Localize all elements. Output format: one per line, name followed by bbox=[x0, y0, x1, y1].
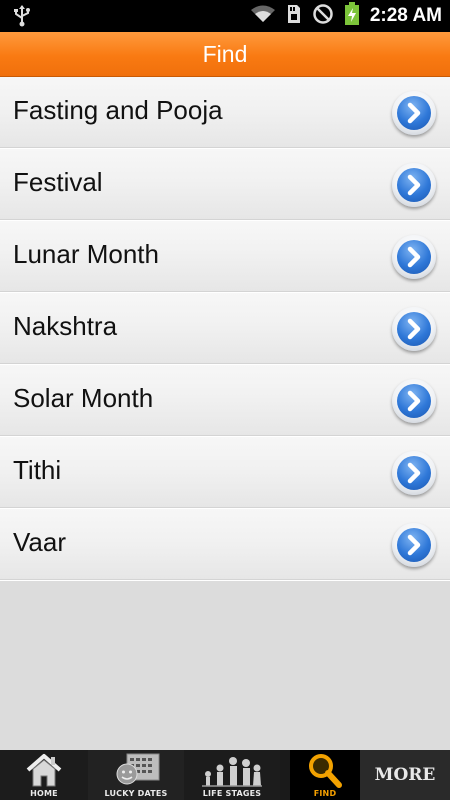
tab-life-stages[interactable]: LIFE STAGES bbox=[184, 750, 280, 800]
tab-more[interactable]: MORE bbox=[360, 750, 450, 800]
search-icon bbox=[305, 752, 345, 794]
list-item-vaar[interactable]: Vaar bbox=[0, 509, 450, 581]
title-bar: Find bbox=[0, 32, 450, 77]
tab-lucky-dates[interactable]: LUCKY DATES bbox=[88, 750, 184, 800]
battery-charging-icon bbox=[344, 2, 360, 30]
chevron-right-icon[interactable] bbox=[392, 451, 436, 495]
no-signal-icon bbox=[312, 3, 334, 29]
calendar-icon bbox=[111, 752, 161, 792]
list-item-label: Fasting and Pooja bbox=[13, 95, 223, 125]
wifi-icon bbox=[250, 4, 276, 28]
tab-label: MORE bbox=[374, 765, 436, 785]
life-stages-icon bbox=[200, 752, 264, 794]
list-item-tithi[interactable]: Tithi bbox=[0, 437, 450, 509]
chevron-right-icon[interactable] bbox=[392, 91, 436, 135]
chevron-right-icon[interactable] bbox=[392, 163, 436, 207]
find-list: Fasting and Pooja Festival Lunar Month N… bbox=[0, 77, 450, 581]
tab-home[interactable]: HOME bbox=[0, 750, 88, 800]
status-time: 2:28 AM bbox=[369, 5, 442, 26]
page-title: Find bbox=[202, 40, 248, 67]
list-item-label: Vaar bbox=[13, 527, 66, 557]
list-item-label: Tithi bbox=[13, 455, 62, 485]
status-bar: 2:28 AM bbox=[0, 0, 450, 32]
chevron-right-icon[interactable] bbox=[392, 307, 436, 351]
list-item-label: Nakshtra bbox=[13, 311, 118, 341]
list-item-nakshtra[interactable]: Nakshtra bbox=[0, 293, 450, 365]
list-item-lunar-month[interactable]: Lunar Month bbox=[0, 221, 450, 293]
list-item-label: Festival bbox=[13, 167, 103, 197]
list-item-label: Lunar Month bbox=[13, 239, 159, 269]
list-item-label: Solar Month bbox=[13, 383, 154, 413]
sd-card-icon bbox=[286, 3, 302, 29]
chevron-right-icon[interactable] bbox=[392, 523, 436, 567]
bottom-tab-bar: HOME LUCKY DATES LIFE STAGES FIND MORE bbox=[0, 750, 450, 800]
list-item-solar-month[interactable]: Solar Month bbox=[0, 365, 450, 437]
list-item-festival[interactable]: Festival bbox=[0, 149, 450, 221]
tab-find[interactable]: FIND bbox=[290, 750, 360, 800]
chevron-right-icon[interactable] bbox=[392, 379, 436, 423]
chevron-right-icon[interactable] bbox=[392, 235, 436, 279]
usb-icon bbox=[12, 5, 32, 27]
home-icon bbox=[24, 752, 64, 792]
list-item-fasting-and-pooja[interactable]: Fasting and Pooja bbox=[0, 77, 450, 149]
